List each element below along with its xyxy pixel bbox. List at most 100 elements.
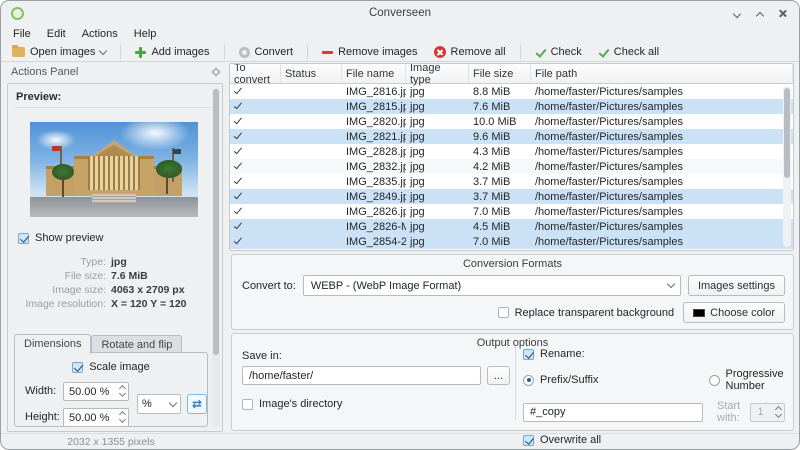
file-size-cell: 4.2 MiB: [473, 160, 511, 173]
scale-image-checkbox[interactable]: Scale image: [21, 361, 201, 373]
remove-images-button[interactable]: Remove images: [317, 45, 422, 59]
show-preview-checkbox[interactable]: Show preview: [18, 232, 222, 244]
images-settings-button[interactable]: Images settings: [687, 275, 785, 296]
check-button[interactable]: Check: [530, 45, 587, 59]
to-convert-cell[interactable]: [230, 176, 281, 188]
table-row[interactable]: IMG_2826-M... jpg 4.5 MiB/home/faster/Pict…: [230, 219, 793, 234]
info-label: File size:: [64, 270, 106, 282]
scrollbar-thumb[interactable]: [784, 88, 790, 179]
images-settings-label: Images settings: [697, 279, 775, 292]
table-row[interactable]: IMG_2816.jpg jpg 8.8 MiB/home/faster/Pictu…: [230, 84, 793, 99]
file-size-cell: 3.7 MiB: [473, 190, 511, 203]
file-size-cell: 10.0 MiB: [473, 115, 517, 128]
checkbox-unchecked-icon: [242, 398, 253, 410]
replace-transparent-label: Replace transparent background: [514, 306, 675, 319]
format-combobox[interactable]: WEBP - (WebP Image Format): [302, 275, 681, 296]
width-spinbox[interactable]: 50.00 %: [63, 382, 129, 401]
column-header-file-path[interactable]: File path: [531, 64, 793, 83]
width-label: Width:: [25, 385, 57, 397]
menu-item-file[interactable]: File: [5, 26, 39, 42]
file-size-cell: 4.3 MiB: [473, 145, 511, 158]
to-convert-cell[interactable]: [230, 221, 281, 233]
menu-item-edit[interactable]: Edit: [39, 26, 74, 42]
file-name-cell: IMG_2832.jpg: [346, 160, 406, 173]
table-row[interactable]: IMG_2854-2.j... jpg 7.0 MiB/home/faster/Pi…: [230, 234, 793, 249]
table-row[interactable]: IMG_2832.jpg jpg 4.2 MiB/home/faster/Pictu…: [230, 159, 793, 174]
replace-transparent-checkbox[interactable]: Replace transparent background: [497, 306, 675, 319]
rename-checkbox[interactable]: Rename:: [523, 348, 785, 360]
reset-dimensions-button[interactable]: ⇄: [187, 394, 207, 414]
table-row[interactable]: IMG_2826.jpg jpg 7.0 MiB/home/faster/Pictu…: [230, 204, 793, 219]
table-row[interactable]: IMG_2835.jpg jpg 3.7 MiB/home/faster/Pictu…: [230, 174, 793, 189]
info-label: Image resolution:: [25, 298, 106, 310]
unit-value: %: [142, 398, 152, 410]
start-with-spinner[interactable]: 1: [750, 402, 785, 422]
tab-dimensions[interactable]: Dimensions: [14, 334, 92, 354]
menu-item-actions[interactable]: Actions: [74, 26, 126, 42]
scrollbar-thumb[interactable]: [213, 89, 219, 355]
to-convert-cell[interactable]: [230, 131, 281, 143]
close-button[interactable]: [777, 7, 789, 19]
to-convert-cell[interactable]: [230, 101, 281, 113]
info-value: 4063 x 2709 px: [111, 284, 185, 296]
convert-button[interactable]: Convert: [234, 45, 299, 59]
check-icon: [535, 47, 546, 58]
unit-combobox[interactable]: %: [137, 394, 181, 414]
table-scrollbar[interactable]: [783, 86, 791, 247]
column-header-file-size[interactable]: File size: [469, 64, 531, 83]
chevron-up-icon: [755, 11, 765, 21]
info-value: jpg: [111, 256, 127, 268]
converseen-window: Converseen File Edit Actions Help Open imag…: [0, 0, 800, 450]
actions-panel-header[interactable]: Actions Panel: [3, 63, 227, 81]
minimize-button[interactable]: [731, 7, 743, 19]
check-all-button[interactable]: Check all: [593, 45, 664, 59]
progressive-number-radio[interactable]: Progressive Number: [708, 368, 786, 392]
status-bar: [1, 433, 799, 449]
add-images-button[interactable]: Add images: [130, 45, 214, 59]
menu-item-help[interactable]: Help: [126, 26, 165, 42]
spinner-arrows-icon[interactable]: [118, 410, 127, 424]
to-convert-cell[interactable]: [230, 206, 281, 218]
browse-button[interactable]: ...: [486, 366, 510, 385]
image-type-cell: jpg: [410, 205, 425, 218]
height-spinbox[interactable]: 50.00 %: [63, 408, 129, 427]
table-row[interactable]: IMG_2815.jpg jpg 7.6 MiB/home/faster/Pictu…: [230, 99, 793, 114]
prefix-suffix-radio[interactable]: Prefix/Suffix: [523, 374, 599, 386]
table-row[interactable]: IMG_2821.jpg jpg 9.6 MiB/home/faster/Pictu…: [230, 129, 793, 144]
toolbar-separator: [307, 45, 309, 59]
remove-all-button[interactable]: Remove all: [429, 45, 511, 59]
table-row[interactable]: IMG_2820.jpg jpg 10.0 MiB/home/faster/Pict…: [230, 114, 793, 129]
panel-scrollbar[interactable]: [212, 87, 220, 428]
images-directory-checkbox[interactable]: Image's directory: [242, 398, 510, 410]
title-bar[interactable]: Converseen: [1, 1, 799, 25]
column-header-status[interactable]: Status: [281, 64, 342, 83]
to-convert-cell[interactable]: [230, 236, 281, 248]
save-in-input[interactable]: /home/faster/: [242, 366, 481, 385]
check-label: Check: [550, 46, 582, 58]
float-panel-icon[interactable]: [211, 67, 221, 77]
table-row[interactable]: IMG_2849.jpg jpg 3.7 MiB/home/faster/Pictu…: [230, 189, 793, 204]
spinner-arrows-icon[interactable]: [118, 384, 127, 398]
rename-pattern-input[interactable]: #_copy: [523, 402, 703, 422]
column-header-file-name[interactable]: File name: [342, 64, 406, 83]
maximize-button[interactable]: [754, 7, 766, 21]
divider: [515, 346, 516, 420]
info-value: X = 120 Y = 120: [111, 298, 187, 310]
show-preview-label: Show preview: [35, 232, 104, 244]
to-convert-cell[interactable]: [230, 191, 281, 203]
file-size-cell: 4.5 MiB: [473, 220, 511, 233]
file-path-cell: /home/faster/Pictures/samples: [535, 190, 683, 203]
to-convert-cell[interactable]: [230, 146, 281, 158]
file-path-cell: /home/faster/Pictures/samples: [535, 130, 683, 143]
column-header-image-type[interactable]: Image type: [406, 64, 469, 86]
to-convert-cell[interactable]: [230, 116, 281, 128]
images-directory-label: Image's directory: [259, 398, 343, 410]
to-convert-cell[interactable]: [230, 86, 281, 98]
file-size-cell: 3.7 MiB: [473, 175, 511, 188]
choose-color-button[interactable]: Choose color: [683, 302, 785, 323]
to-convert-cell[interactable]: [230, 161, 281, 173]
open-images-button[interactable]: Open images: [7, 45, 111, 59]
table-row[interactable]: IMG_2828.jpg jpg 4.3 MiB/home/faster/Pictu…: [230, 144, 793, 159]
column-header-to-convert[interactable]: To convert: [230, 64, 281, 86]
actions-panel-title: Actions Panel: [11, 66, 79, 78]
